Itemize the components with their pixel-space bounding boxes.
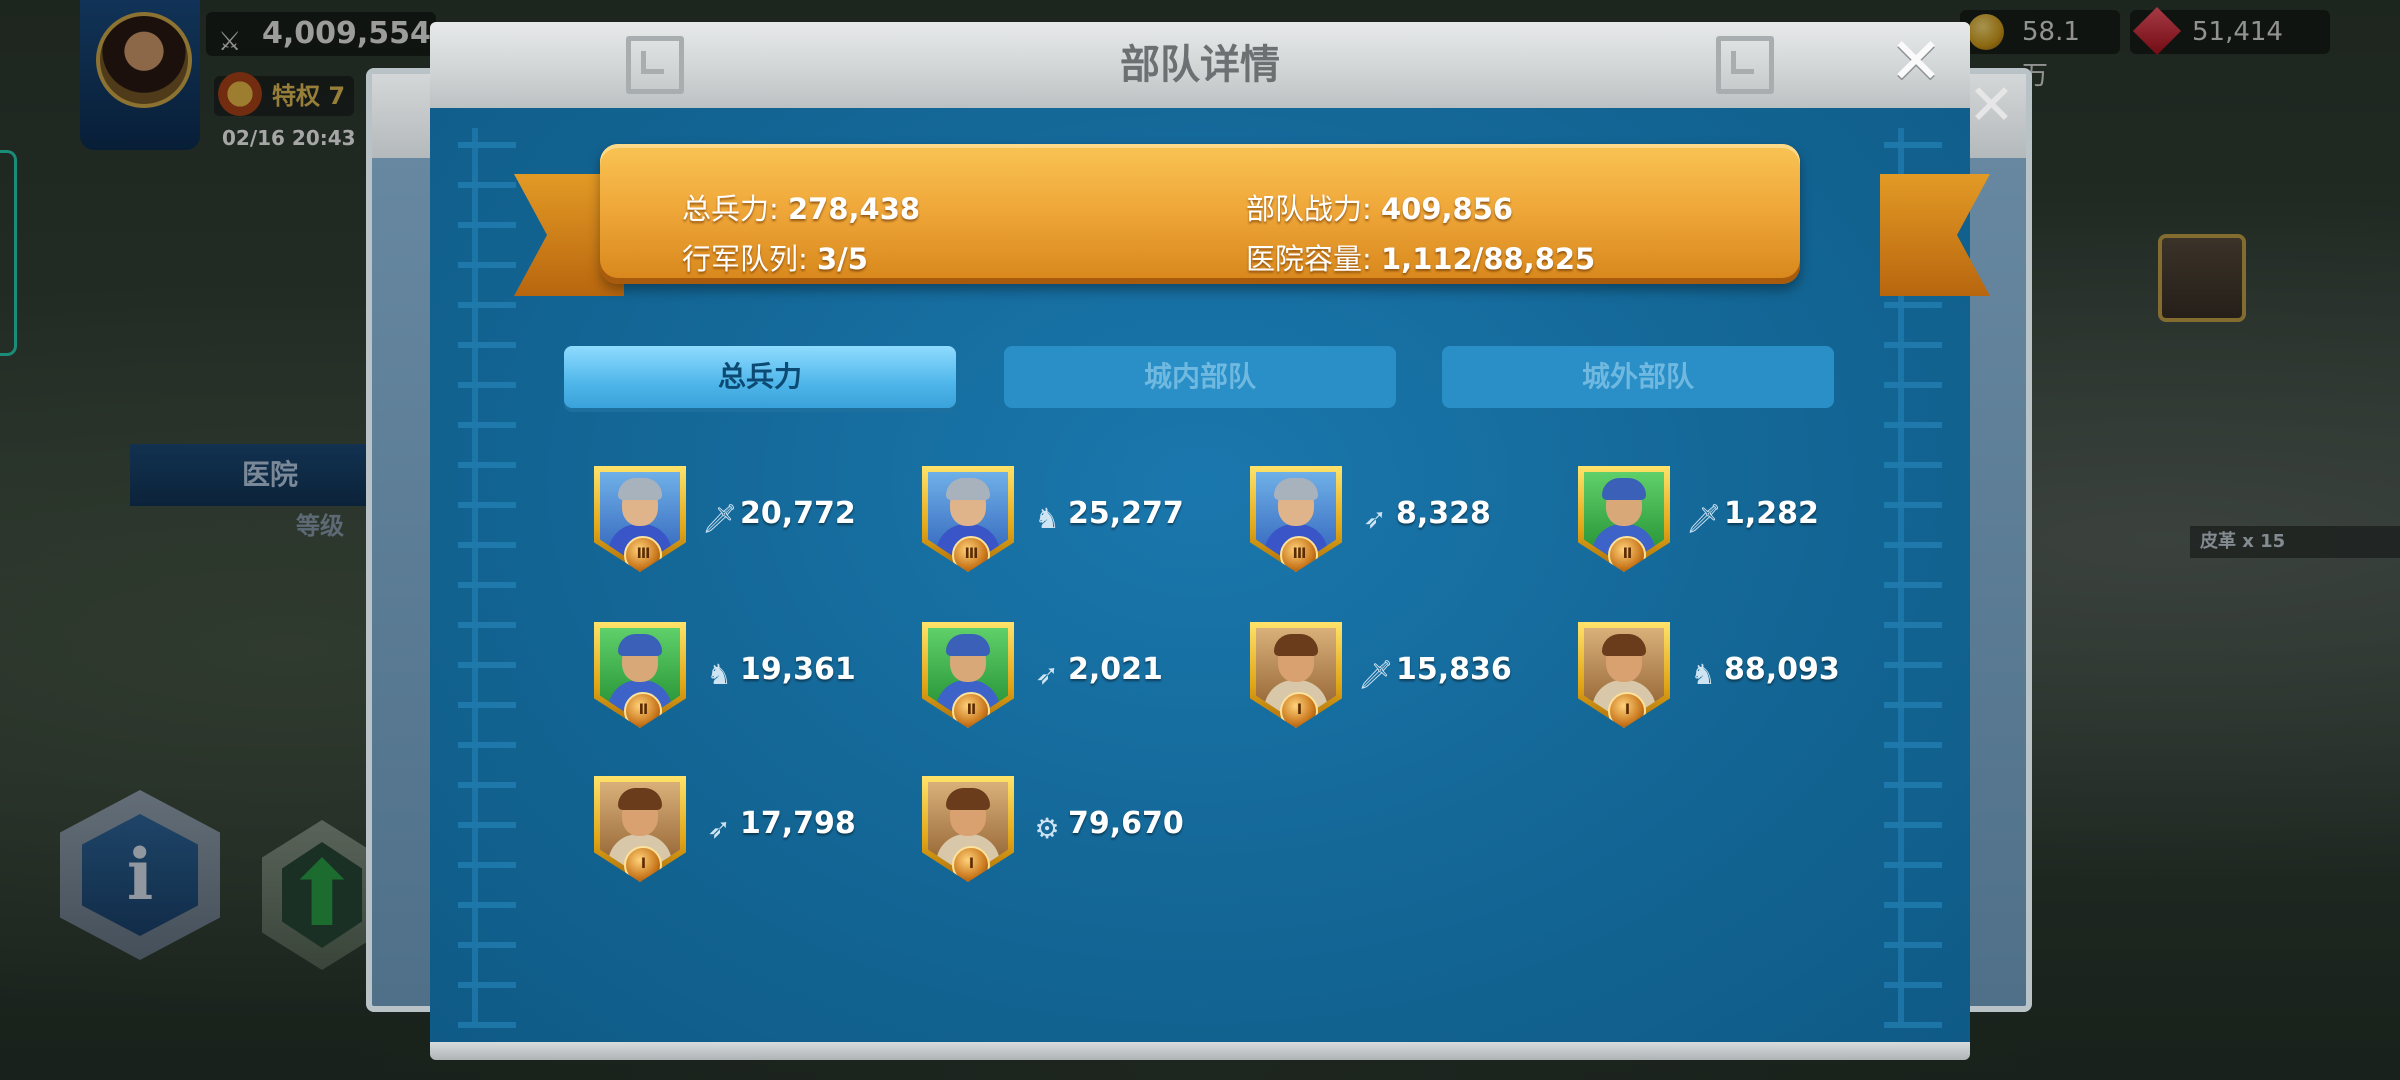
horse-icon: ♞ (706, 658, 732, 691)
troop-tier-badge: I (1280, 692, 1318, 728)
troop-card[interactable]: III 🗡 20,772 (594, 466, 894, 576)
troop-portrait-frame: I (1578, 622, 1670, 728)
troop-count: 1,282 (1724, 496, 1819, 531)
horse-icon: ♞ (1034, 502, 1060, 535)
total-troops-label: 总兵力: (682, 192, 779, 226)
troop-tier-badge: II (624, 692, 662, 728)
catapult-icon: ⚙ (1034, 812, 1060, 845)
troop-portrait-helmet (618, 478, 662, 500)
troop-portrait-frame: I (594, 776, 686, 882)
troop-count: 19,361 (740, 652, 856, 687)
troop-count: 15,836 (1396, 652, 1512, 687)
horse-icon: ♞ (1690, 658, 1716, 691)
hospital-capacity-label: 医院容量: (1246, 242, 1372, 276)
troop-card[interactable]: II ♞ 19,361 (594, 622, 894, 732)
troop-tier-badge: III (1280, 536, 1318, 572)
summary-ribbon: 总兵力: 278,438 部队战力: 409,856 行军队列: 3/5 医院容… (600, 144, 1800, 284)
march-queue-value: 3/5 (817, 242, 868, 276)
troop-count: 20,772 (740, 496, 856, 531)
troop-details-dialog: 部队详情 ✕ 总兵力: 278,438 部队战力: 409,856 行军队列: … (430, 22, 1990, 1060)
troop-count: 8,328 (1396, 496, 1491, 531)
march-queue-stat: 行军队列: 3/5 (682, 236, 868, 278)
tab-total-troops[interactable]: 总兵力 (564, 346, 956, 408)
dialog-footer (430, 1042, 1970, 1060)
troop-portrait-helmet (946, 788, 990, 810)
troop-card[interactable]: II 🗡 1,282 (1578, 466, 1878, 576)
troop-card[interactable]: I ➶ 17,798 (594, 776, 894, 886)
troop-card[interactable]: III ➶ 8,328 (1250, 466, 1550, 576)
troop-portrait-frame: I (922, 776, 1014, 882)
troop-portrait-frame: III (594, 466, 686, 572)
tab-troops-outside-city[interactable]: 城外部队 (1442, 346, 1834, 408)
total-troops-stat: 总兵力: 278,438 (682, 186, 920, 228)
troop-portrait-helmet (1602, 634, 1646, 656)
hospital-capacity-stat: 医院容量: 1,112/88,825 (1246, 236, 1595, 278)
troop-power-stat: 部队战力: 409,856 (1246, 186, 1513, 228)
troop-tier-badge: III (624, 536, 662, 572)
troop-count: 2,021 (1068, 652, 1163, 687)
troop-tier-badge: I (1608, 692, 1646, 728)
troop-card[interactable]: III ♞ 25,277 (922, 466, 1222, 576)
troop-count: 79,670 (1068, 806, 1184, 841)
troop-portrait-helmet (946, 634, 990, 656)
troop-card[interactable]: II ➶ 2,021 (922, 622, 1222, 732)
troop-tier-badge: II (952, 692, 990, 728)
troop-portrait-helmet (1274, 634, 1318, 656)
bow-icon: ➶ (707, 812, 731, 845)
total-troops-value: 278,438 (788, 192, 921, 226)
troop-tier-badge: III (952, 536, 990, 572)
troop-card[interactable]: I ⚙ 79,670 (922, 776, 1222, 886)
troop-portrait-frame: I (1250, 622, 1342, 728)
troop-portrait-frame: III (922, 466, 1014, 572)
troop-count: 88,093 (1724, 652, 1840, 687)
hospital-capacity-value: 1,112/88,825 (1381, 242, 1596, 276)
sword-icon: 🗡 (702, 502, 738, 535)
sword-icon: 🗡 (1686, 502, 1722, 535)
troop-portrait-helmet (1602, 478, 1646, 500)
troop-portrait-frame: II (922, 622, 1014, 728)
troop-portrait-frame: II (594, 622, 686, 728)
dialog-header: 部队详情 ✕ (430, 22, 1970, 108)
troop-portrait-helmet (618, 634, 662, 656)
background-dialog-close-icon[interactable]: ✕ (1968, 78, 2015, 134)
bow-icon: ➶ (1035, 658, 1059, 691)
troop-power-value: 409,856 (1381, 192, 1514, 226)
troop-power-label: 部队战力: (1246, 192, 1372, 226)
bow-icon: ➶ (1363, 502, 1387, 535)
tab-troops-in-city[interactable]: 城内部队 (1004, 346, 1396, 408)
close-button[interactable]: ✕ (1886, 30, 1946, 94)
sword-icon: 🗡 (1358, 658, 1394, 691)
troop-count: 17,798 (740, 806, 856, 841)
troop-tier-badge: I (624, 846, 662, 882)
troop-portrait-frame: II (1578, 466, 1670, 572)
march-queue-label: 行军队列: (682, 242, 808, 276)
troop-tier-badge: I (952, 846, 990, 882)
troop-portrait-helmet (618, 788, 662, 810)
troop-card[interactable]: I 🗡 15,836 (1250, 622, 1550, 732)
dialog-title: 部队详情 (1120, 42, 1280, 88)
troop-card[interactable]: I ♞ 88,093 (1578, 622, 1878, 732)
troop-portrait-helmet (946, 478, 990, 500)
troop-portrait-helmet (1274, 478, 1318, 500)
troop-portrait-frame: III (1250, 466, 1342, 572)
greek-key-border-left (458, 128, 516, 1028)
troop-tier-badge: II (1608, 536, 1646, 572)
troop-count: 25,277 (1068, 496, 1184, 531)
